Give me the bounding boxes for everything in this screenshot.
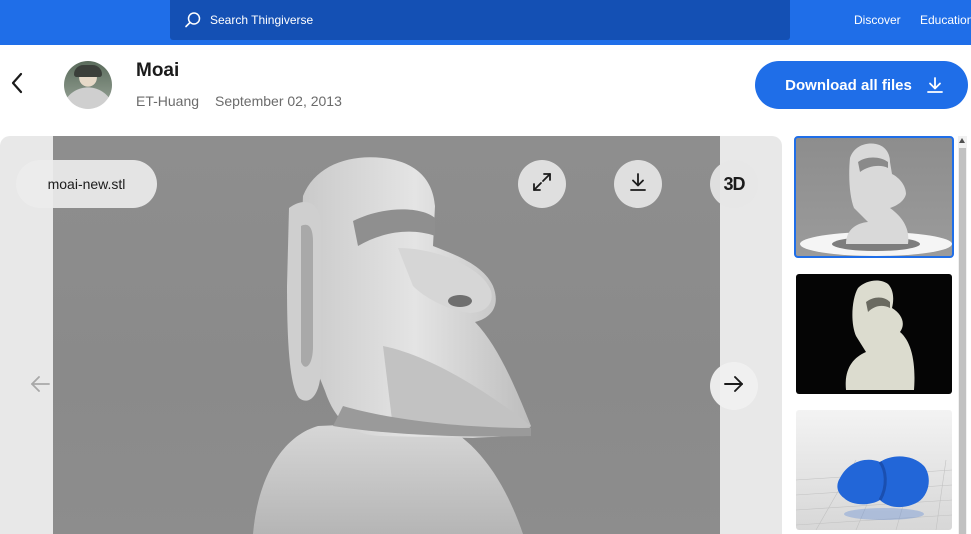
scrollbar-thumb[interactable] bbox=[959, 148, 966, 534]
view-3d-label: 3D bbox=[723, 173, 745, 194]
back-button[interactable] bbox=[4, 70, 30, 100]
thumbnail-scrollbar[interactable] bbox=[958, 136, 967, 534]
previous-image-button[interactable] bbox=[24, 372, 56, 400]
fullscreen-button[interactable] bbox=[518, 160, 566, 208]
next-image-button[interactable] bbox=[710, 362, 758, 410]
image-viewer: moai-new.stl 3D bbox=[0, 136, 782, 534]
search-input[interactable]: Search Thingiverse bbox=[170, 0, 790, 40]
arrow-right-icon bbox=[723, 375, 745, 398]
chevron-left-icon bbox=[10, 72, 24, 99]
download-file-button[interactable] bbox=[614, 160, 662, 208]
thumbnail-2[interactable] bbox=[796, 274, 952, 394]
author-avatar[interactable] bbox=[64, 61, 112, 109]
download-all-files-button[interactable]: Download all files bbox=[755, 61, 968, 109]
view-3d-button[interactable]: 3D bbox=[710, 160, 758, 208]
download-icon bbox=[628, 172, 648, 197]
thumbnail-1[interactable] bbox=[794, 136, 954, 258]
download-icon bbox=[926, 76, 944, 94]
arrow-left-icon bbox=[29, 375, 51, 398]
top-navigation-bar: Search Thingiverse Discover Education bbox=[0, 0, 971, 45]
scroll-up-icon[interactable] bbox=[959, 138, 965, 143]
file-name-label: moai-new.stl bbox=[47, 176, 126, 192]
search-placeholder: Search Thingiverse bbox=[210, 13, 314, 27]
download-all-label: Download all files bbox=[785, 76, 912, 94]
file-name-chip[interactable]: moai-new.stl bbox=[16, 160, 157, 208]
publish-date: September 02, 2013 bbox=[215, 93, 342, 109]
nav-link-education[interactable]: Education bbox=[920, 13, 971, 27]
thing-title: Moai bbox=[136, 60, 180, 81]
nav-link-discover[interactable]: Discover bbox=[854, 13, 901, 27]
thumbnail-strip bbox=[794, 136, 954, 534]
search-icon bbox=[184, 11, 202, 29]
author-link[interactable]: ET-Huang bbox=[136, 93, 199, 109]
expand-icon bbox=[532, 172, 552, 197]
thumbnail-3[interactable] bbox=[796, 410, 952, 530]
